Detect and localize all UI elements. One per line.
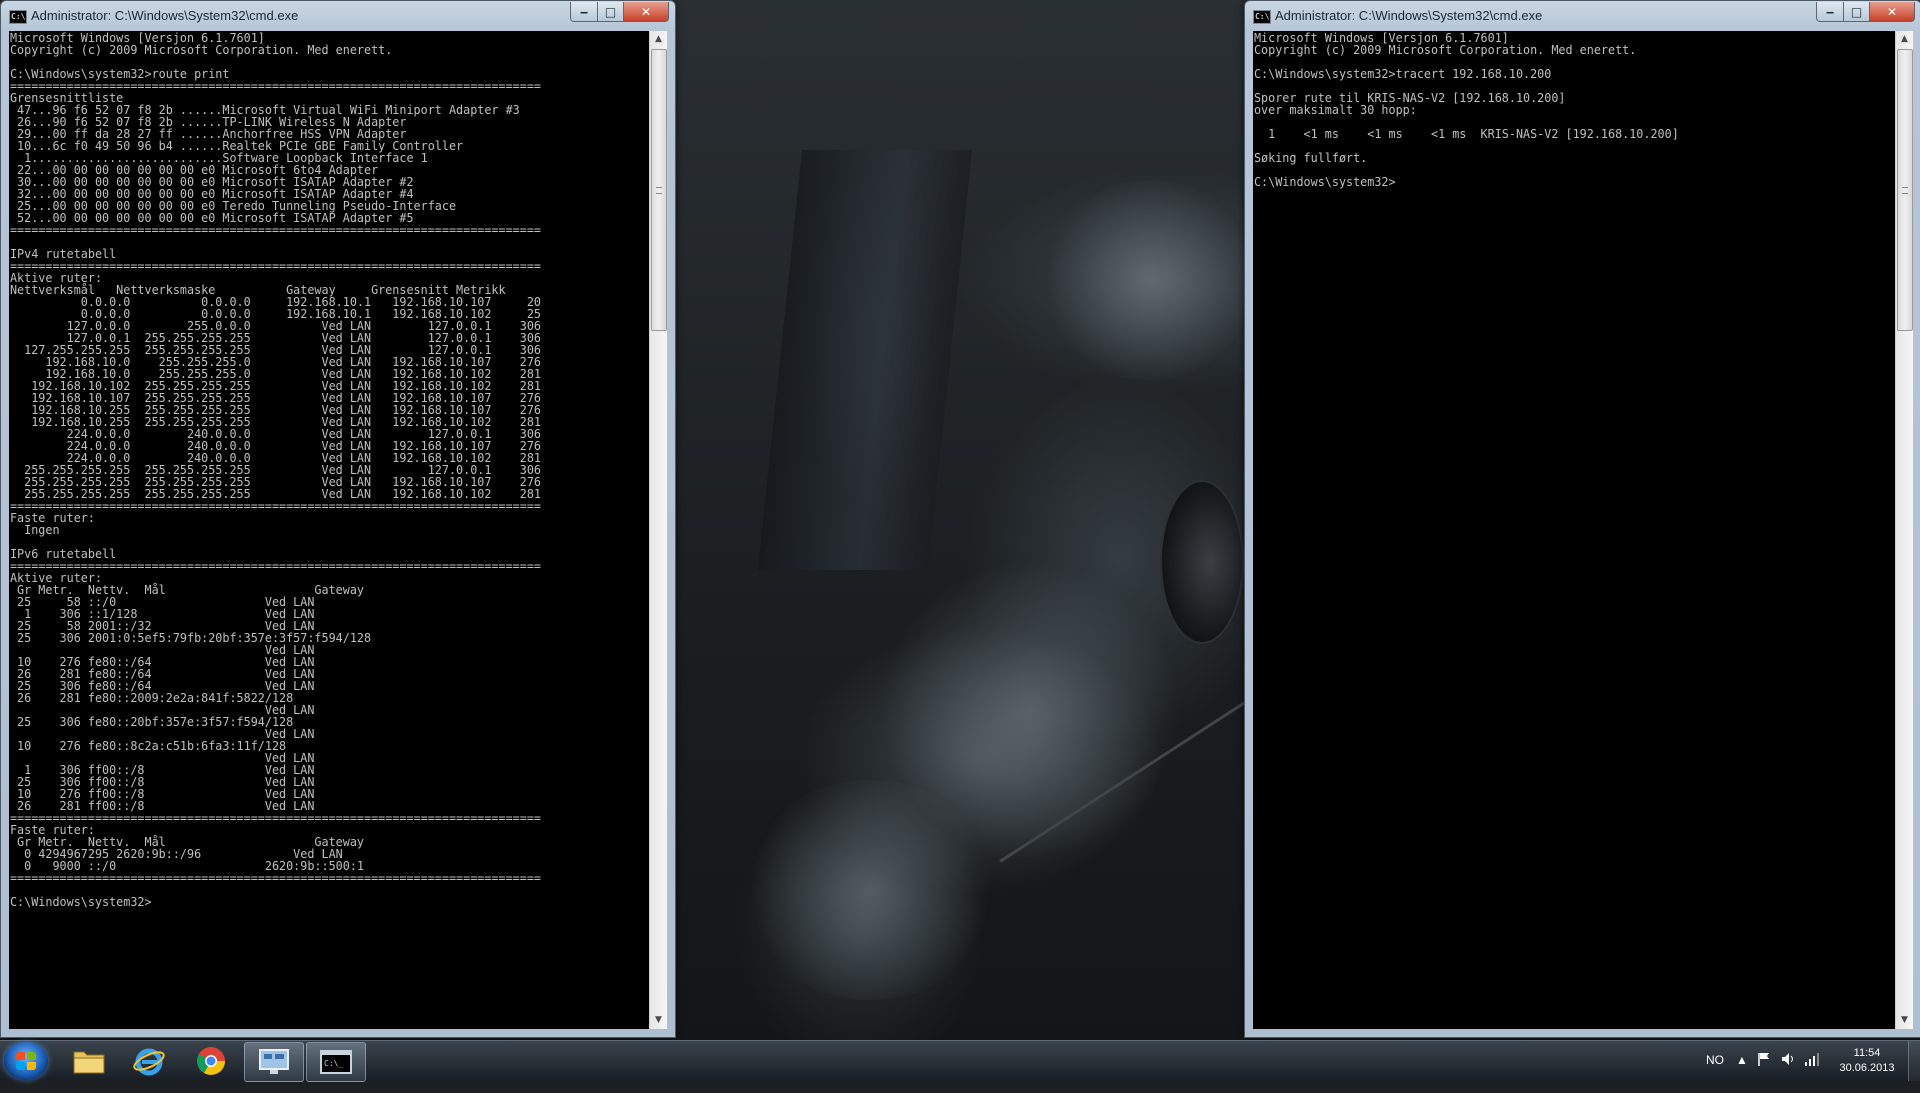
cmd-window-tracert[interactable]: C:\ Administrator: C:\Windows\System32\c…: [1244, 0, 1920, 1038]
scrollbar-thumb[interactable]: [1897, 49, 1913, 331]
scroll-down-arrow-icon[interactable]: ▼: [1896, 1012, 1913, 1029]
start-button[interactable]: [4, 1042, 48, 1080]
title-bar[interactable]: C:\ Administrator: C:\Windows\System32\c…: [1245, 1, 1920, 31]
network-signal-icon[interactable]: [1804, 1051, 1820, 1091]
wallpaper-disc: [1160, 480, 1244, 644]
scroll-up-arrow-icon[interactable]: ▲: [1896, 31, 1913, 48]
volume-speaker-icon[interactable]: [1780, 1051, 1798, 1091]
clock-date: 30.06.2013: [1839, 1062, 1895, 1074]
taskbar-remote-desktop-button[interactable]: [244, 1042, 304, 1082]
window-controls: ‒ □ ✕: [1816, 2, 1915, 22]
console-icon[interactable]: C:\: [9, 10, 27, 24]
console-output[interactable]: Microsoft Windows [Versjon 6.1.7601] Cop…: [9, 31, 649, 1029]
minimize-button[interactable]: ‒: [1816, 2, 1844, 22]
scroll-up-arrow-icon[interactable]: ▲: [650, 31, 667, 48]
wallpaper-tower: [757, 150, 973, 570]
taskbar-cmd-button[interactable]: C:\_: [306, 1042, 366, 1082]
show-desktop-button[interactable]: [1908, 1041, 1920, 1081]
scroll-down-arrow-icon[interactable]: ▼: [650, 1012, 667, 1029]
minimize-button[interactable]: ‒: [570, 2, 598, 22]
show-hidden-icons-arrow-icon[interactable]: ▲: [1736, 1053, 1748, 1093]
console-text[interactable]: Microsoft Windows [Versjon 6.1.7601] Cop…: [9, 31, 636, 908]
wallpaper-smoke: [740, 780, 1000, 1000]
wallpaper-smoke: [1040, 180, 1260, 380]
maximize-button[interactable]: □: [598, 2, 624, 22]
title-bar[interactable]: C:\ Administrator: C:\Windows\System32\c…: [1, 1, 675, 31]
window-controls: ‒ □ ✕: [570, 2, 669, 22]
clock-time: 11:54: [1853, 1047, 1881, 1059]
console-output[interactable]: Microsoft Windows [Versjon 6.1.7601] Cop…: [1253, 31, 1895, 1029]
language-indicator[interactable]: NO: [1706, 1053, 1724, 1093]
folder-icon: [73, 1051, 105, 1074]
close-button[interactable]: ✕: [1870, 2, 1915, 22]
cmd-window-route-print[interactable]: C:\ Administrator: C:\Windows\System32\c…: [0, 0, 676, 1038]
taskbar: C:\_ NO ▲ 11:54 30.06.2013: [0, 1040, 1920, 1082]
svg-text:C:\_: C:\_: [324, 1059, 343, 1068]
chrome-icon: [197, 1047, 225, 1075]
monitor-icon: [259, 1049, 289, 1074]
windows-logo-icon: [16, 1052, 36, 1070]
vertical-scrollbar[interactable]: ▲ ▼: [649, 31, 667, 1029]
window-title: Administrator: C:\Windows\System32\cmd.e…: [31, 8, 299, 23]
taskbar-chrome-button[interactable]: [182, 1042, 240, 1080]
window-title: Administrator: C:\Windows\System32\cmd.e…: [1275, 8, 1543, 23]
console-icon[interactable]: C:\: [1253, 10, 1271, 24]
console-icon: C:\_: [320, 1050, 352, 1074]
ie-icon: [133, 1048, 165, 1076]
close-button[interactable]: ✕: [624, 2, 669, 22]
taskbar-ie-button[interactable]: [120, 1042, 178, 1080]
vertical-scrollbar[interactable]: ▲ ▼: [1895, 31, 1913, 1029]
scrollbar-thumb[interactable]: [651, 49, 667, 331]
taskbar-explorer-button[interactable]: [60, 1042, 118, 1080]
console-text[interactable]: Microsoft Windows [Versjon 6.1.7601] Cop…: [1253, 31, 1882, 188]
action-center-flag-icon[interactable]: [1756, 1051, 1772, 1091]
maximize-button[interactable]: □: [1844, 2, 1870, 22]
taskbar-clock[interactable]: 11:54 30.06.2013: [1822, 1046, 1912, 1076]
